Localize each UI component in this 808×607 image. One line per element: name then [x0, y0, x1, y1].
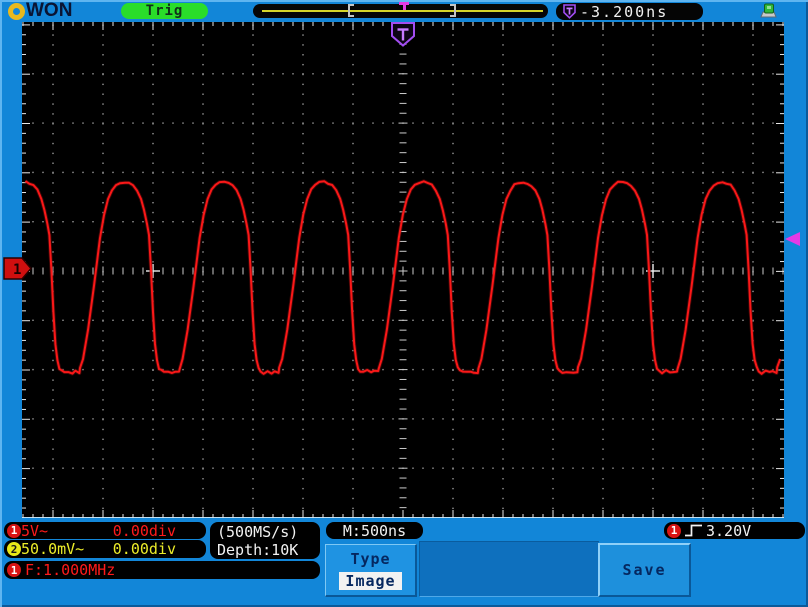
- owon-logo: WON: [8, 1, 72, 21]
- trigger-level-arrow[interactable]: [783, 231, 801, 248]
- waveform-trace: [25, 181, 780, 374]
- channel-1-marker[interactable]: 1: [3, 257, 32, 281]
- trigger-level-value: 3.20V: [706, 522, 751, 540]
- type-button-label: Type: [326, 550, 415, 568]
- channel-1-marker-label: 1: [13, 262, 21, 278]
- memory-depth: Depth:10K: [217, 541, 320, 559]
- timebase-value: M:500ns: [343, 522, 406, 540]
- plot-svg: [22, 22, 784, 518]
- usb-drive-icon: [760, 3, 778, 20]
- trigger-time-readout: -3.200ns: [556, 3, 703, 20]
- type-button-value: Image: [339, 572, 401, 590]
- window-bracket-right-icon: [450, 4, 456, 17]
- frequency-readout: 1 F:1.000MHz: [4, 561, 320, 579]
- ch1-badge: 1: [7, 524, 21, 538]
- ch2-status-pill: 2 50.0mV~ 0.00div: [4, 540, 206, 558]
- window-bracket-left-icon: [348, 4, 354, 17]
- trigger-position-bar[interactable]: [253, 4, 548, 18]
- trig-status-label: Trig: [146, 3, 184, 19]
- acquisition-info: (500MS/s) Depth:10K: [210, 522, 320, 559]
- ch2-badge: 2: [7, 542, 21, 556]
- trigger-badge: 1: [667, 524, 681, 538]
- trigger-t-shield-icon: [563, 4, 576, 19]
- rising-edge-icon: [684, 524, 703, 537]
- save-button-label: Save: [622, 561, 666, 579]
- owon-logo-text: WON: [26, 1, 72, 21]
- menu-empty-slot: [419, 541, 599, 597]
- trigger-position-shield-icon[interactable]: [392, 23, 414, 46]
- trigger-position-t-icon: [399, 2, 409, 10]
- ch2-scale: 50.0mV~: [21, 540, 84, 558]
- oscilloscope-screen: WON Trig -3.200ns 1 1 5V~: [0, 0, 808, 607]
- ch1-scale: 5V~: [21, 522, 48, 540]
- ch2-offset: 0.00div: [113, 540, 176, 558]
- timebase-readout: M:500ns: [326, 522, 423, 539]
- trigger-position-line: [262, 10, 543, 12]
- ch1-status-pill: 1 5V~ 0.00div: [4, 522, 206, 539]
- type-button[interactable]: Type Image: [325, 544, 417, 597]
- owon-logo-ring-icon: [8, 3, 25, 20]
- trigger-level-readout: 1 3.20V: [664, 522, 805, 539]
- trigger-time-value: -3.200ns: [580, 3, 668, 21]
- save-button[interactable]: Save: [598, 543, 691, 597]
- ch1-offset: 0.00div: [113, 522, 176, 540]
- waveform-display: [22, 22, 784, 518]
- frequency-badge: 1: [7, 563, 21, 577]
- graticule: [23, 25, 783, 510]
- sample-rate: (500MS/s): [217, 523, 320, 541]
- trig-status-badge: Trig: [121, 3, 208, 19]
- frequency-value: F:1.000MHz: [25, 561, 115, 579]
